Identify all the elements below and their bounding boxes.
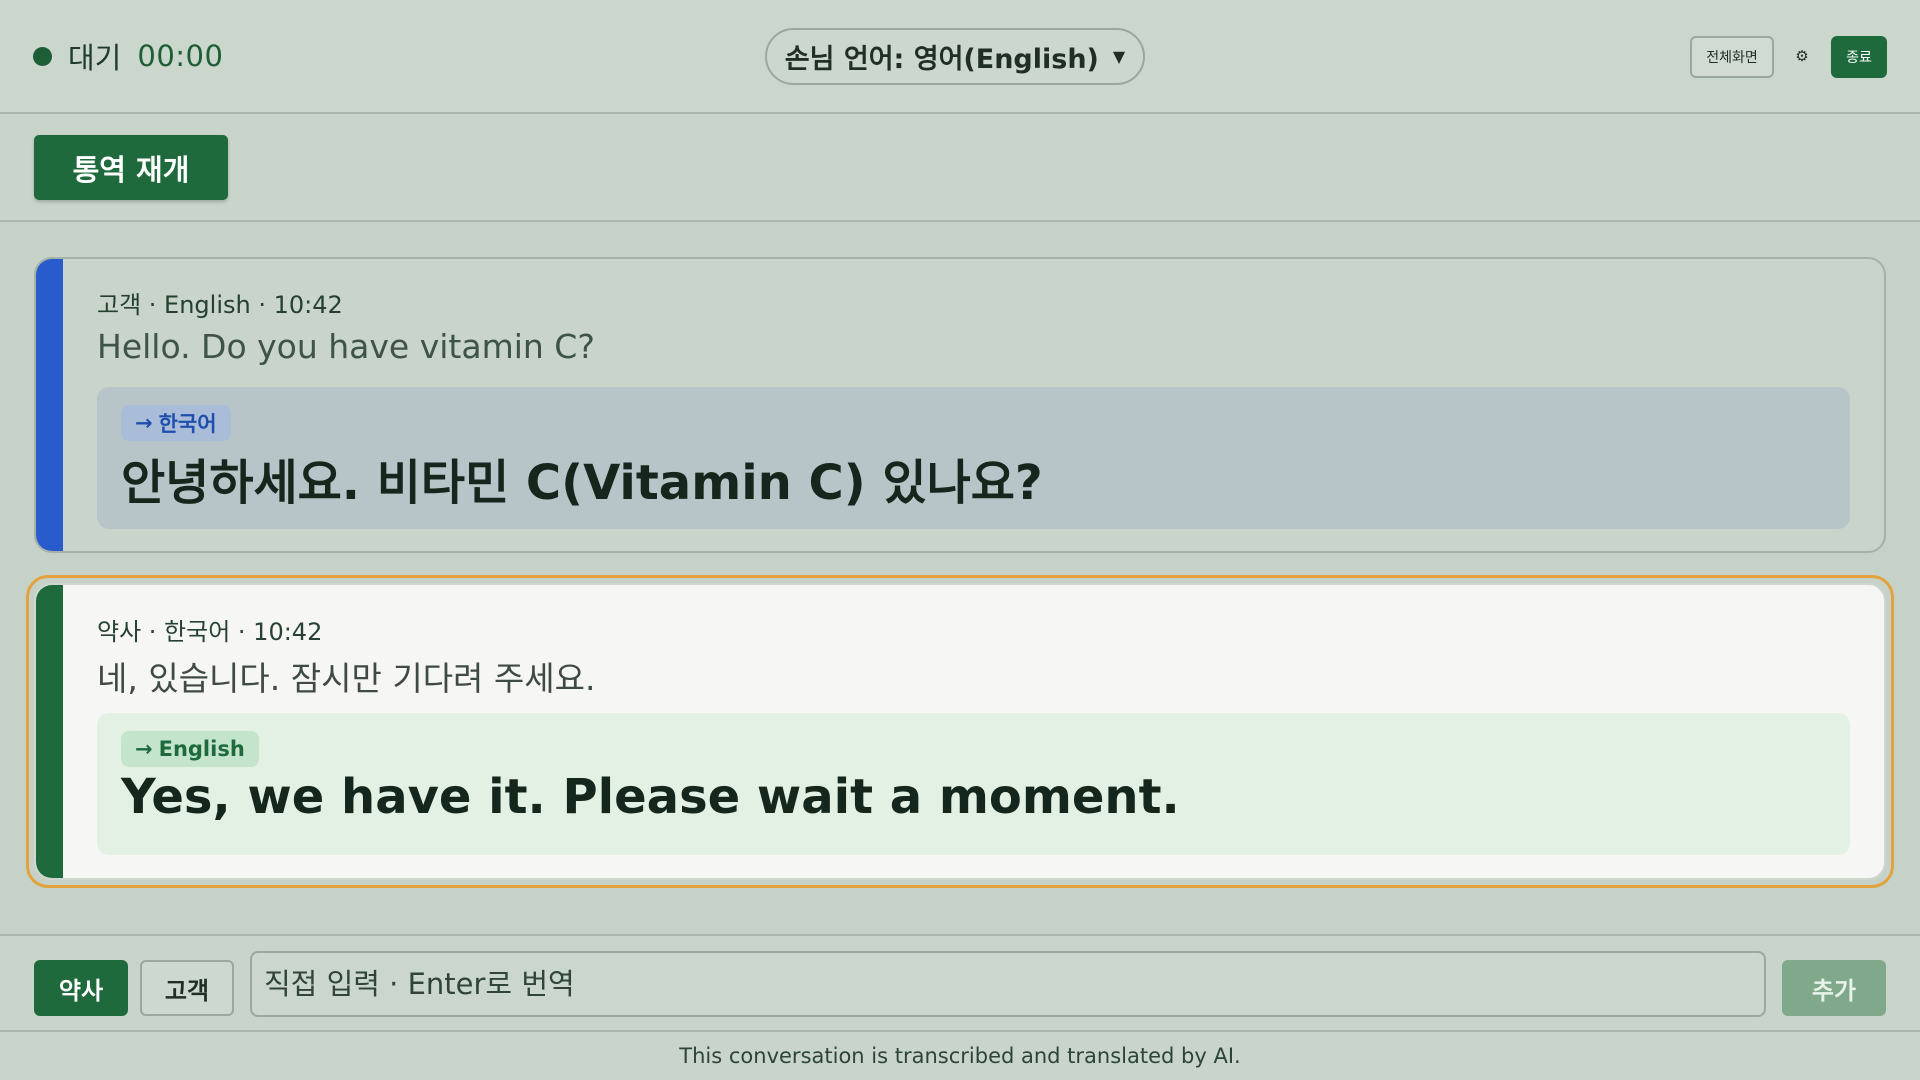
message-card-pharmacist: 약사 · 한국어 · 10:42 네, 있습니다. 잠시만 기다려 주세요. →… [34,583,1886,880]
guest-language-select[interactable]: 손님 언어: 영어(English) ▼ [765,28,1145,85]
message-card-customer: 고객 · English · 10:42 Hello. Do you have … [34,257,1886,553]
pharmacist-accent-bar [36,585,63,878]
customer-accent-bar [36,259,63,551]
arrow-right-icon: → [135,737,153,761]
message-original-text: Hello. Do you have vitamin C? [97,327,595,366]
ai-disclaimer: This conversation is transcribed and tra… [0,1032,1920,1080]
target-language-tag: → English [121,731,259,767]
speaker-pharmacist-button[interactable]: 약사 [34,960,128,1016]
target-language-tag: → 한국어 [121,405,231,441]
manual-input-field[interactable] [250,951,1766,1017]
speaker-customer-button[interactable]: 고객 [140,960,234,1016]
arrow-right-icon: → [135,411,153,435]
message-meta: 고객 · English · 10:42 [97,291,343,319]
translation-box: → English Yes, we have it. Please wait a… [97,713,1850,855]
session-timer: 00:00 [137,39,224,73]
control-bar: 통역 재개 [0,114,1920,222]
status-label: 대기 [68,41,122,75]
status-indicator: 대기 00:00 [33,36,223,76]
top-bar: 대기 00:00 손님 언어: 영어(English) ▼ 전체화면 ⚙ 종료 [0,0,1920,114]
target-language-label: 한국어 [158,412,217,436]
settings-gear-icon[interactable]: ⚙ [1790,40,1814,72]
end-session-button[interactable]: 종료 [1831,36,1887,78]
message-original-text: 네, 있습니다. 잠시만 기다려 주세요. [97,659,596,698]
translation-text: 안녕하세요. 비타민 C(Vitamin C) 있나요? [121,455,1043,511]
translation-text: Yes, we have it. Please wait a moment. [121,769,1180,825]
message-meta: 약사 · 한국어 · 10:42 [97,618,323,646]
caret-down-icon: ▼ [1112,47,1126,66]
resume-interpretation-button[interactable]: 통역 재개 [34,135,228,200]
translation-box: → 한국어 안녕하세요. 비타민 C(Vitamin C) 있나요? [97,387,1850,529]
fullscreen-button[interactable]: 전체화면 [1690,36,1774,78]
add-button[interactable]: 추가 [1782,960,1886,1016]
input-bar: 약사 고객 추가 [0,934,1920,1032]
guest-language-label: 손님 언어: 영어(English) [784,44,1099,75]
target-language-label: English [158,737,245,761]
status-dot-icon [33,46,52,66]
